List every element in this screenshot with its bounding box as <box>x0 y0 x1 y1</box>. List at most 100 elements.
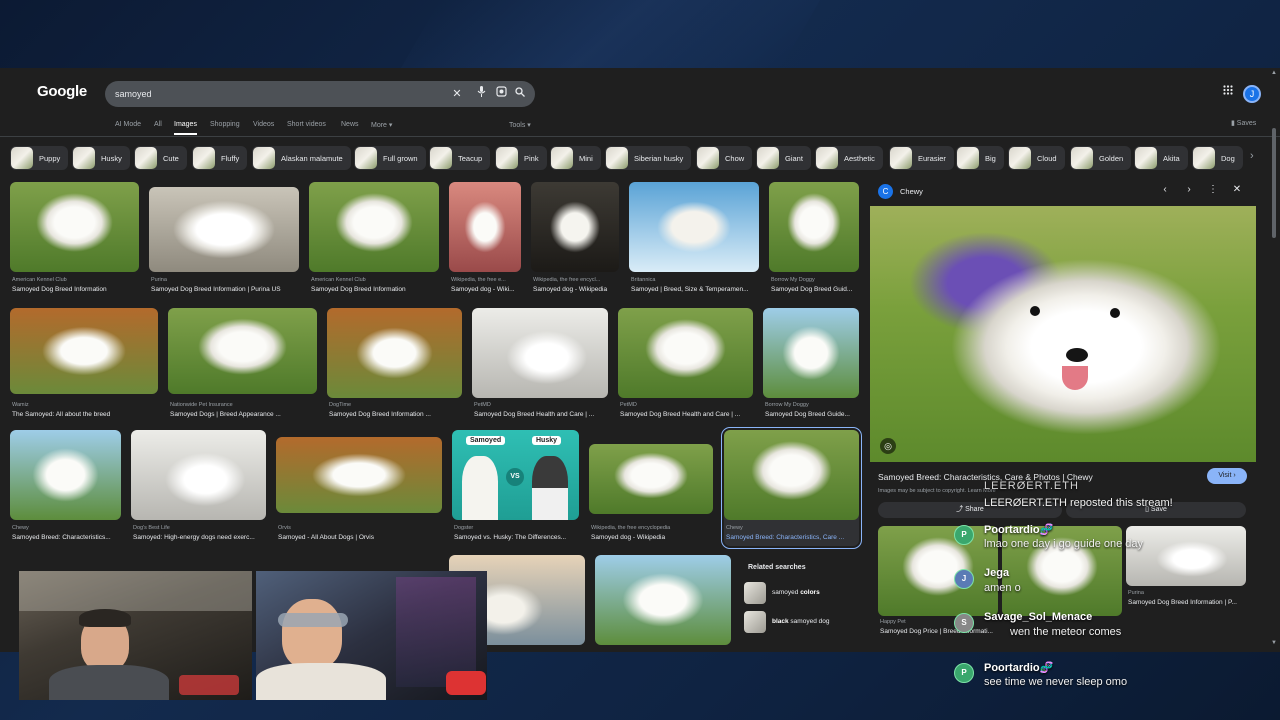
result-thumbnail[interactable] <box>10 182 139 272</box>
chevron-right-icon[interactable]: › <box>1250 150 1254 162</box>
result-caption[interactable]: Samoyed dog - Wikipedia <box>591 534 715 541</box>
result-caption[interactable]: Samoyed Dog Breed Information <box>311 286 441 293</box>
account-avatar[interactable]: J <box>1243 85 1261 103</box>
result-caption[interactable]: Samoyed Dog Breed Guid... <box>771 286 861 293</box>
result-thumbnail[interactable] <box>309 182 439 272</box>
preview-image[interactable] <box>870 206 1256 462</box>
tab-shopping[interactable]: Shopping <box>210 121 240 128</box>
chip-husky[interactable]: Husky <box>72 146 130 170</box>
clear-icon[interactable]: ✕ <box>449 86 465 102</box>
lens-camera-icon[interactable] <box>493 86 509 102</box>
chip-alaskan-malamute[interactable]: Alaskan malamute <box>252 146 351 170</box>
tab-all[interactable]: All <box>154 121 162 128</box>
chip-siberian-husky[interactable]: Siberian husky <box>605 146 692 170</box>
microphone-icon[interactable] <box>473 86 489 102</box>
result-thumbnail[interactable] <box>276 437 442 513</box>
chip-golden[interactable]: Golden <box>1070 146 1132 170</box>
result-thumbnail[interactable] <box>589 444 713 514</box>
result-caption[interactable]: Samoyed vs. Husky: The Differences... <box>454 534 581 541</box>
result-caption[interactable]: Samoyed Dog Breed Health and Care | ... <box>620 411 755 418</box>
image-result[interactable]: Samoyed Husky VS Dogster Samoyed vs. Hus… <box>452 430 579 544</box>
chip-giant[interactable]: Giant <box>756 146 811 170</box>
result-thumbnail[interactable] <box>10 308 158 394</box>
result-thumbnail[interactable] <box>327 308 462 398</box>
chip-mini[interactable]: Mini <box>550 146 601 170</box>
tab-videos[interactable]: Videos <box>253 121 274 128</box>
image-result[interactable]: Wikipedia, the free e... Samoyed dog - W… <box>449 182 521 296</box>
chip-big[interactable]: Big <box>956 146 1004 170</box>
chip-cute[interactable]: Cute <box>134 146 187 170</box>
result-thumbnail[interactable] <box>595 555 731 645</box>
image-result[interactable]: Borrow My Doggy Samoyed Dog Breed Guide.… <box>763 308 859 422</box>
tab-short-videos[interactable]: Short videos <box>287 121 326 128</box>
image-result[interactable]: Wikipedia, the free encyclopedia Samoyed… <box>589 430 713 544</box>
result-thumbnail[interactable] <box>10 430 121 520</box>
result-thumbnail[interactable] <box>449 182 521 272</box>
image-result[interactable]: Dog's Best Life Samoyed: High-energy dog… <box>131 430 266 544</box>
chip-fluffy[interactable]: Fluffy <box>192 146 248 170</box>
image-result[interactable]: Nationwide Pet Insurance Samoyed Dogs | … <box>168 308 317 422</box>
search-icon[interactable] <box>512 86 528 102</box>
google-logo[interactable]: Google <box>37 83 87 100</box>
result-caption[interactable]: Samoyed Dog Breed Health and Care | ... <box>474 411 610 418</box>
image-result[interactable]: Wamiz The Samoyed: All about the breed <box>10 308 158 422</box>
result-caption[interactable]: Samoyed - All About Dogs | Orvis <box>278 534 444 541</box>
result-caption[interactable]: The Samoyed: All about the breed <box>12 411 160 418</box>
chip-dog[interactable]: Dog <box>1192 146 1243 170</box>
result-caption[interactable]: Samoyed Breed: Characteristics, Care ... <box>726 534 859 541</box>
result-thumbnail[interactable]: Samoyed Husky VS <box>452 430 579 520</box>
chip-chow[interactable]: Chow <box>696 146 753 170</box>
saves-button[interactable]: ▮ Saves <box>1231 119 1256 127</box>
tools-button[interactable]: Tools ▾ <box>509 121 531 129</box>
result-thumbnail[interactable] <box>531 182 619 272</box>
result-thumbnail[interactable] <box>763 308 859 398</box>
image-result[interactable]: Purina Samoyed Dog Breed Information | P… <box>149 182 299 296</box>
image-result[interactable]: Orvis Samoyed - All About Dogs | Orvis <box>276 430 442 544</box>
result-caption[interactable]: Samoyed dog - Wiki... <box>451 286 523 293</box>
result-caption[interactable]: Samoyed Dog Breed Information ... <box>329 411 464 418</box>
image-result[interactable]: Britannica Samoyed | Breed, Size & Tempe… <box>629 182 759 296</box>
image-result[interactable] <box>595 555 731 645</box>
tab-images[interactable]: Images <box>174 121 197 135</box>
image-result-selected[interactable]: Chewy Samoyed Breed: Characteristics, Ca… <box>721 427 862 549</box>
result-caption[interactable]: Samoyed Dog Breed Guide... <box>765 411 861 418</box>
result-caption[interactable]: Samoyed: High-energy dogs need exerc... <box>133 534 268 541</box>
search-box[interactable]: ✕ <box>105 81 535 107</box>
tab-ai-mode[interactable]: AI Mode <box>115 121 141 128</box>
result-caption[interactable]: Samoyed Dogs | Breed Appearance ... <box>170 411 319 418</box>
image-result[interactable]: Borrow My Doggy Samoyed Dog Breed Guid..… <box>769 182 859 296</box>
scrollbar-thumb[interactable] <box>1272 128 1276 238</box>
result-thumbnail[interactable] <box>724 430 859 520</box>
result-thumbnail[interactable] <box>769 182 859 272</box>
scroll-down-arrow[interactable]: ▼ <box>1271 640 1277 646</box>
chip-akita[interactable]: Akita <box>1134 146 1188 170</box>
result-thumbnail[interactable] <box>472 308 608 398</box>
chip-puppy[interactable]: Puppy <box>10 146 69 170</box>
result-caption[interactable]: Samoyed | Breed, Size & Temperamen... <box>631 286 761 293</box>
image-result[interactable]: Wikipedia, the free encycl... Samoyed do… <box>531 182 619 296</box>
result-thumbnail[interactable] <box>149 187 299 272</box>
chip-pink[interactable]: Pink <box>495 146 547 170</box>
chip-eurasier[interactable]: Eurasier <box>889 146 954 170</box>
result-thumbnail[interactable] <box>131 430 266 520</box>
related-search-item[interactable]: samoyed colors <box>744 582 864 604</box>
image-result[interactable]: DogTime Samoyed Dog Breed Information ..… <box>327 308 462 422</box>
page-scrollbar[interactable] <box>1271 68 1277 652</box>
result-caption[interactable]: Samoyed dog - Wikipedia <box>533 286 621 293</box>
chip-aesthetic[interactable]: Aesthetic <box>815 146 883 170</box>
image-result[interactable]: PetMD Samoyed Dog Breed Health and Care … <box>618 308 753 422</box>
tab-more[interactable]: More ▾ <box>371 121 392 129</box>
chevron-left-icon[interactable]: ‹ <box>1158 184 1172 195</box>
result-caption[interactable]: Samoyed Breed: Characteristics... <box>12 534 123 541</box>
close-icon[interactable]: ✕ <box>1230 184 1244 195</box>
chip-teacup[interactable]: Teacup <box>429 146 491 170</box>
chip-full-grown[interactable]: Full grown <box>354 146 426 170</box>
chip-cloud[interactable]: Cloud <box>1008 146 1065 170</box>
result-thumbnail[interactable] <box>629 182 759 272</box>
more-vert-icon[interactable]: ⋮ <box>1206 184 1220 195</box>
result-caption[interactable]: Samoyed Dog Breed Information <box>12 286 139 293</box>
chevron-right-icon[interactable]: › <box>1182 184 1196 195</box>
result-thumbnail[interactable] <box>618 308 753 398</box>
panel-source-name[interactable]: Chewy <box>900 187 923 196</box>
related-search-item[interactable]: black samoyed dog <box>744 611 864 633</box>
